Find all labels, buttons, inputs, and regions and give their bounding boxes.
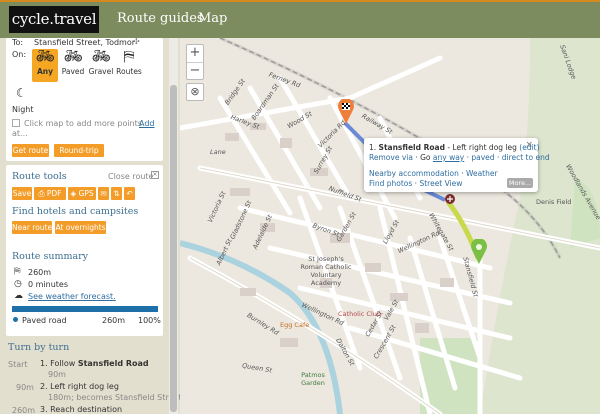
undo-button[interactable]: ↶ bbox=[124, 187, 135, 200]
click-map-checkbox[interactable] bbox=[12, 119, 20, 127]
bike-icon: 🚲︎ bbox=[91, 47, 111, 65]
to-field[interactable]: Stansfield Street, Todmor bbox=[34, 38, 135, 47]
destination-marker-icon[interactable] bbox=[470, 239, 488, 265]
poi-patmos-garden[interactable]: Patmos Garden bbox=[296, 371, 330, 387]
via-marker-icon[interactable] bbox=[444, 193, 456, 205]
find-photos-link[interactable]: Find photos bbox=[369, 179, 412, 188]
turn-pos: 90m bbox=[16, 383, 34, 392]
turn-pos: Start bbox=[8, 360, 28, 369]
get-route-button[interactable]: Get route bbox=[12, 144, 49, 157]
undo-icon: ↶ bbox=[126, 189, 133, 198]
round-trip-button[interactable]: Round-trip bbox=[54, 144, 104, 157]
popup-options: Remove via · Go any way · paved · direct… bbox=[369, 153, 550, 162]
paved-progress-fill bbox=[12, 306, 158, 312]
drag-handle-icon[interactable]: ✣ bbox=[133, 38, 140, 46]
hotels-title: Find hotels and campsites bbox=[12, 206, 139, 217]
add-link[interactable]: Add bbox=[139, 119, 155, 128]
turn-by-turn-title: Turn by turn bbox=[8, 342, 70, 353]
reverse-button[interactable]: ⇅ bbox=[111, 187, 122, 200]
zoom-out-button[interactable]: − bbox=[187, 62, 203, 79]
popup-step: 1. Stansfield Road - Left right dog leg … bbox=[369, 143, 540, 152]
popup-edit-link[interactable]: (edit) bbox=[519, 143, 539, 152]
distance-value: 260m bbox=[28, 268, 52, 277]
poi-church-school[interactable]: St Joseph's Roman Catholic Voluntary Aca… bbox=[296, 255, 356, 287]
clock-icon: ◷ bbox=[14, 279, 22, 289]
at-overnights-button[interactable]: At overnights bbox=[55, 221, 106, 234]
paved-percent: 100% bbox=[138, 316, 161, 325]
nav-map[interactable]: Map bbox=[198, 11, 227, 26]
paved-distance: 260m bbox=[102, 316, 126, 325]
turn-step[interactable]: 1. Follow Stansfield Road bbox=[40, 359, 149, 368]
mode-routes[interactable]: ⛿ Routes bbox=[116, 47, 142, 77]
share-icon: ✉ bbox=[100, 189, 107, 198]
mode-paved[interactable]: 🚲︎ Paved bbox=[60, 47, 86, 77]
weather-icon: ☁ bbox=[14, 291, 23, 301]
duration-value: 0 minutes bbox=[28, 280, 69, 289]
paved-link[interactable]: paved bbox=[471, 153, 494, 162]
route-planner-panel: To: Stansfield Street, Todmor ✣ On: 🚲︎ A… bbox=[6, 38, 163, 161]
printer-icon: ⎙ bbox=[38, 189, 47, 198]
turn-step[interactable]: 3. Reach destination bbox=[40, 405, 122, 414]
scrollbar-thumb[interactable] bbox=[170, 85, 177, 412]
paved-progress-track bbox=[12, 306, 158, 312]
any-way-link[interactable]: any way bbox=[433, 153, 464, 162]
popup-photos: Find photos · Street View bbox=[369, 179, 463, 188]
summary-title: Route summary bbox=[12, 251, 89, 262]
zoom-control: + − bbox=[186, 44, 204, 80]
close-route-link[interactable]: Close route bbox=[108, 172, 153, 181]
nearby-accommodation-link[interactable]: Nearby accommodation bbox=[369, 169, 459, 178]
street-label: Lane bbox=[210, 148, 226, 156]
more-button[interactable]: More... bbox=[507, 178, 533, 188]
click-map-text: Click map to add more points bbox=[24, 119, 142, 128]
mode-any[interactable]: 🚲︎ Any bbox=[32, 49, 58, 82]
sidebar: To: Stansfield Street, Todmor ✣ On: 🚲︎ A… bbox=[0, 38, 180, 414]
turn-sub: 180m; becomes Stansfield Street bbox=[48, 393, 180, 402]
night-toggle-label[interactable]: Night bbox=[12, 105, 34, 114]
sidebar-scrollbar[interactable] bbox=[169, 38, 178, 414]
close-icon[interactable]: × bbox=[151, 171, 159, 179]
save-button[interactable]: Save bbox=[12, 187, 32, 200]
moon-icon[interactable]: ☾ bbox=[16, 86, 27, 100]
site-logo[interactable]: cycle.travel bbox=[9, 6, 99, 33]
weather-link[interactable]: Weather bbox=[466, 169, 498, 178]
weather-forecast-link[interactable]: See weather forecast. bbox=[28, 292, 116, 301]
route-summary-panel: Route summary ⛿ 260m ◷ 0 minutes ☁ See w… bbox=[6, 248, 163, 336]
start-marker-icon[interactable] bbox=[337, 99, 355, 125]
at-text: at... bbox=[12, 129, 28, 138]
turn-sub: 90m bbox=[48, 370, 66, 379]
turn-step[interactable]: 2. Left right dog leg bbox=[40, 382, 119, 391]
locate-button[interactable]: ⊗ bbox=[186, 83, 204, 101]
turn-pos: 260m bbox=[12, 406, 36, 414]
route-icon: ⛿ bbox=[14, 267, 21, 277]
share-button[interactable]: ✉ bbox=[98, 187, 109, 200]
crosshair-icon: ⊗ bbox=[190, 85, 200, 98]
bike-icon: 🚲︎ bbox=[63, 47, 83, 65]
route-tools-title: Route tools bbox=[12, 171, 67, 182]
nav-route-guides[interactable]: Route guides bbox=[117, 11, 204, 26]
to-label: To: bbox=[12, 38, 24, 47]
top-header: cycle.travel Route guides Map bbox=[0, 0, 600, 38]
paved-label: Paved road bbox=[22, 316, 67, 325]
paved-dot bbox=[13, 317, 18, 322]
gps-icon: ◈ bbox=[70, 189, 79, 198]
reverse-icon: ⇅ bbox=[113, 189, 120, 198]
near-route-button[interactable]: Near route bbox=[12, 221, 52, 234]
bike-icon: 🚲︎ bbox=[35, 47, 55, 65]
street-view-link[interactable]: Street View bbox=[419, 179, 462, 188]
on-label: On: bbox=[12, 50, 27, 59]
poi-egg-cafe[interactable]: Egg Cafe bbox=[280, 321, 309, 329]
gps-button[interactable]: ◈ GPS bbox=[68, 187, 96, 200]
poi-catholic-club[interactable]: Catholic Club bbox=[338, 310, 381, 318]
area-label: Denis Field bbox=[536, 198, 572, 206]
pdf-button[interactable]: ⎙ PDF bbox=[34, 187, 66, 200]
direct-to-end-link[interactable]: direct to end bbox=[502, 153, 550, 162]
remove-via-link[interactable]: Remove via bbox=[369, 153, 413, 162]
signpost-icon: ⛿ bbox=[123, 47, 135, 65]
map-canvas[interactable]: Ferney Rd Bridge St Boardman St Harley S… bbox=[180, 38, 600, 414]
mode-gravel[interactable]: 🚲︎ Gravel bbox=[88, 47, 114, 77]
zoom-in-button[interactable]: + bbox=[187, 45, 203, 62]
route-popup: × 1. Stansfield Road - Left right dog le… bbox=[364, 138, 550, 192]
popup-nearby: Nearby accommodation · Weather bbox=[369, 169, 498, 178]
